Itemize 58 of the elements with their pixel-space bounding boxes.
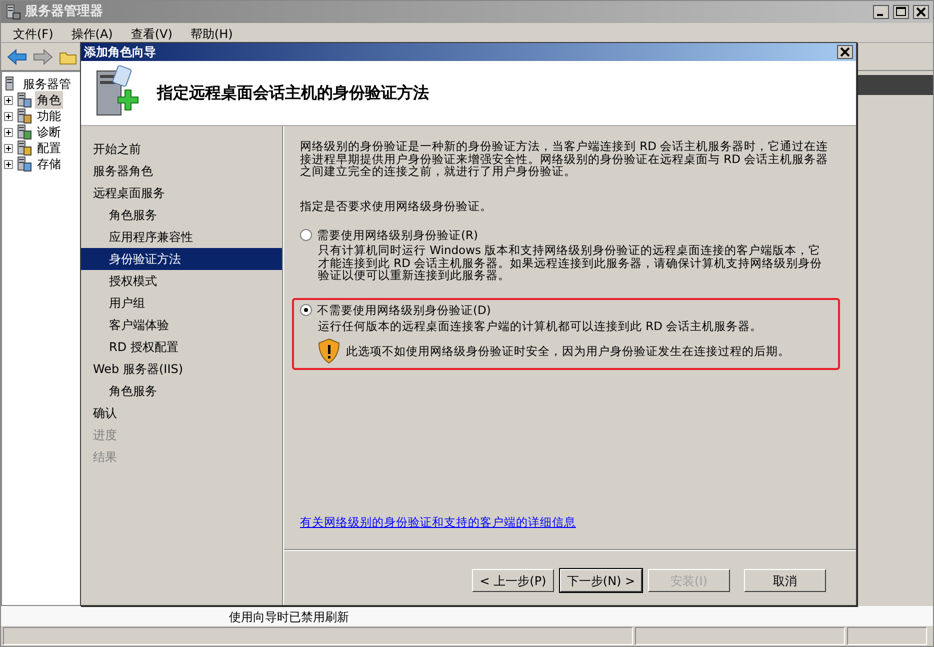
- wizard-step[interactable]: 角色服务: [81, 380, 283, 402]
- wizard-step[interactable]: 角色服务: [81, 204, 283, 226]
- option-description: 只有计算机同时运行 Windows 版本和支持网络级别身份验证的远程桌面连接的客户端版本，它才能连接到此 RD 会话主机服务器。如果远程连接到此服务器，请确保计算机支持网络级别身份验证以便可以重新连接到此服务器。: [318, 244, 824, 282]
- wizard-step[interactable]: Web 服务器(IIS): [81, 358, 283, 380]
- page-heading: 指定远程桌面会话主机的身份验证方法: [157, 82, 429, 104]
- wizard-step[interactable]: RD 授权配置: [81, 336, 283, 358]
- expand-icon[interactable]: [4, 112, 13, 120]
- menu-item[interactable]: 文件(F): [13, 25, 54, 43]
- tree-item[interactable]: 角色: [35, 91, 63, 109]
- option-label[interactable]: 需要使用网络级别身份验证(R): [317, 228, 478, 242]
- node-icon: [16, 124, 32, 140]
- close-button[interactable]: [837, 45, 853, 59]
- menu-item[interactable]: 帮助(H): [190, 25, 233, 43]
- menu-item[interactable]: 操作(A): [71, 25, 113, 43]
- wizard-step[interactable]: 身份验证方法: [81, 248, 283, 270]
- window-title: 服务器管理器: [25, 3, 103, 22]
- wizard-button[interactable]: 取消: [744, 569, 826, 592]
- prompt-text: 指定是否要求使用网络级身份验证。: [300, 200, 493, 213]
- wizard-step[interactable]: 应用程序兼容性: [81, 226, 283, 248]
- close-button[interactable]: [913, 5, 929, 19]
- wizard-step[interactable]: 授权模式: [81, 270, 283, 292]
- forward-arrow-icon[interactable]: [33, 48, 53, 64]
- expand-icon[interactable]: [4, 144, 13, 152]
- tree-item[interactable]: 服务器管: [21, 75, 73, 93]
- warning-shield-icon: [318, 338, 340, 364]
- maximize-button[interactable]: [893, 5, 909, 19]
- tree-item[interactable]: 功能: [35, 107, 63, 125]
- wizard-step[interactable]: 开始之前: [81, 138, 283, 160]
- wizard-step[interactable]: 服务器角色: [81, 160, 283, 182]
- expand-icon[interactable]: [4, 96, 13, 104]
- expand-icon[interactable]: [4, 160, 13, 168]
- radio-button[interactable]: [300, 228, 312, 241]
- wizard-step[interactable]: 确认: [81, 402, 283, 424]
- warning-text: 此选项不如使用网络级身份验证时安全，因为用户身份验证发生在连接过程的后期。: [346, 345, 790, 358]
- dialog-title: 添加角色向导: [84, 44, 157, 61]
- expand-icon[interactable]: [4, 128, 13, 136]
- tree-item[interactable]: 配置: [35, 139, 63, 157]
- minimize-button[interactable]: [873, 5, 889, 19]
- intro-text: 网络级别的身份验证是一种新的身份验证方法，当客户端连接到 RD 会话主机服务器时，它通过在连接进程早期提供用户身份验证来增强安全性。网络级别的身份验证在远程桌面与 RD 会话主机服务器之间建立完全的连接之前，就进行了用户身份验证。: [300, 140, 830, 178]
- radio-button[interactable]: [300, 304, 312, 316]
- wizard-button[interactable]: 下一步(N) >: [560, 569, 642, 592]
- help-link[interactable]: 有关网络级别的身份验证和支持的客户端的详细信息: [300, 516, 840, 529]
- menu-item[interactable]: 查看(V): [130, 25, 172, 43]
- option-label[interactable]: 不需要使用网络级别身份验证(D): [317, 304, 491, 317]
- wizard-step[interactable]: 用户组: [81, 292, 283, 314]
- server-icon: [5, 4, 21, 20]
- wizard-button[interactable]: < 上一步(P): [472, 569, 554, 592]
- wizard-step[interactable]: 客户端体验: [81, 314, 283, 336]
- tree-item[interactable]: 诊断: [35, 123, 63, 141]
- node-icon: [16, 92, 32, 108]
- node-icon: [16, 140, 32, 156]
- status-text: 使用向导时已禁用刷新: [229, 609, 349, 626]
- tree-item[interactable]: 存储: [35, 155, 63, 173]
- node-icon: [16, 108, 32, 124]
- wizard-step[interactable]: 远程桌面服务: [81, 182, 283, 204]
- node-icon: [16, 156, 32, 172]
- back-arrow-icon[interactable]: [7, 48, 27, 64]
- option-description: 运行任何版本的远程桌面连接客户端的计算机都可以连接到此 RD 会话主机服务器。: [318, 320, 764, 332]
